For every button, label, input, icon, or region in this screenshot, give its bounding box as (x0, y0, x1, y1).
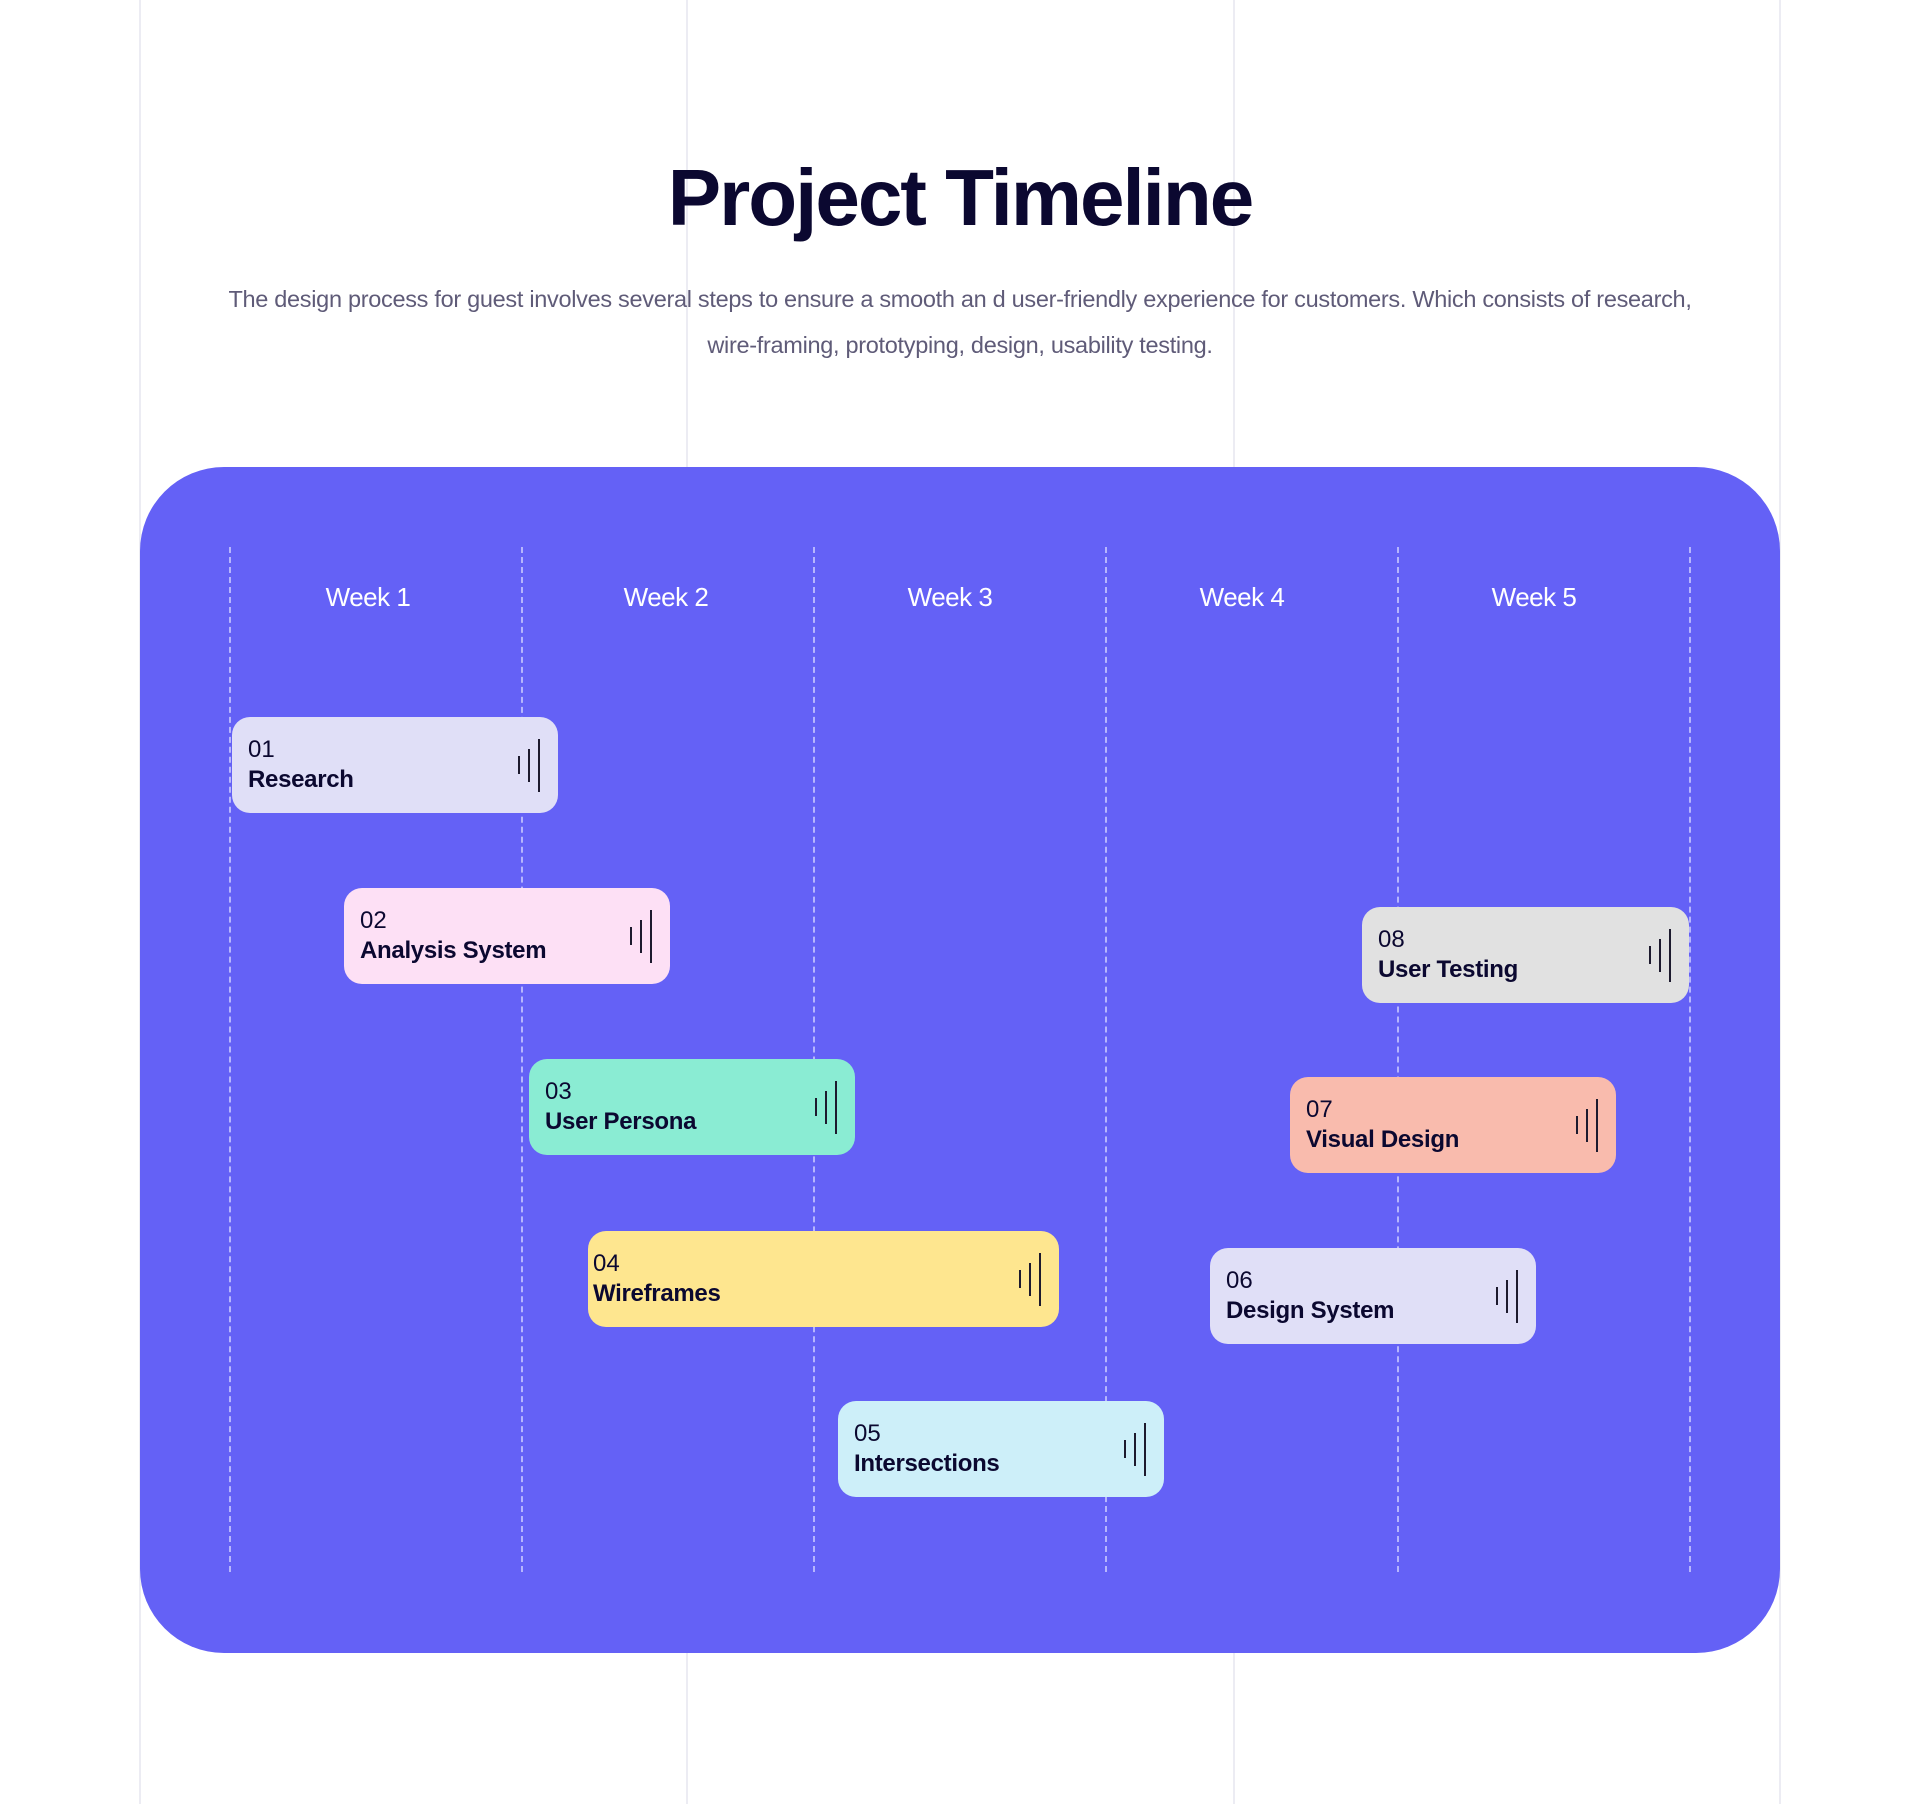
task-name: User Testing (1378, 956, 1518, 983)
task-card-research[interactable]: 01 Research (232, 717, 558, 813)
task-name: Intersections (854, 1450, 1000, 1477)
bars-icon[interactable] (518, 739, 542, 792)
task-name: Wireframes (593, 1280, 721, 1307)
bars-icon[interactable] (815, 1081, 839, 1134)
bars-icon[interactable] (1649, 929, 1673, 982)
task-name: Research (248, 766, 354, 793)
bars-icon[interactable] (1019, 1253, 1043, 1306)
week-divider (521, 547, 523, 1572)
task-number: 03 (545, 1078, 572, 1105)
task-number: 06 (1226, 1267, 1253, 1294)
description-line-2: wire-framing, prototyping, design, usabi… (707, 332, 1213, 358)
description-line-1: The design process for guest involves se… (228, 286, 1692, 312)
task-number: 05 (854, 1420, 881, 1447)
week-header-2: Week 2 (623, 582, 709, 612)
week-divider (1397, 547, 1399, 1572)
task-number: 01 (248, 736, 275, 763)
week-divider (1689, 547, 1691, 1572)
bars-icon[interactable] (630, 910, 654, 963)
task-number: 02 (360, 907, 387, 934)
task-name: Visual Design (1306, 1126, 1460, 1153)
week-header-1: Week 1 (325, 582, 411, 612)
week-header-3: Week 3 (907, 582, 993, 612)
task-name: Design System (1226, 1297, 1395, 1324)
task-card-visual-design[interactable]: 07 Visual Design (1290, 1077, 1616, 1173)
task-card-user-persona[interactable]: 03 User Persona (529, 1059, 855, 1155)
task-number: 08 (1378, 926, 1405, 953)
week-header-4: Week 4 (1199, 582, 1285, 612)
task-card-analysis-system[interactable]: 02 Analysis System (344, 888, 670, 984)
bars-icon[interactable] (1496, 1270, 1520, 1323)
task-card-design-system[interactable]: 06 Design System (1210, 1248, 1536, 1344)
task-card-wireframes[interactable]: 04 Wireframes (588, 1231, 1059, 1327)
week-divider (229, 547, 231, 1572)
task-card-intersections[interactable]: 05 Intersections (838, 1401, 1164, 1497)
task-name: User Persona (545, 1108, 697, 1135)
task-name: Analysis System (360, 937, 547, 964)
task-card-user-testing[interactable]: 08 User Testing (1362, 907, 1689, 1003)
page-description: The design process for guest involves se… (160, 276, 1760, 368)
task-number: 04 (593, 1250, 620, 1277)
week-header-5: Week 5 (1491, 582, 1577, 612)
task-number: 07 (1306, 1096, 1333, 1123)
page-title: Project Timeline (667, 153, 1255, 242)
bars-icon[interactable] (1576, 1099, 1600, 1152)
bars-icon[interactable] (1124, 1423, 1148, 1476)
